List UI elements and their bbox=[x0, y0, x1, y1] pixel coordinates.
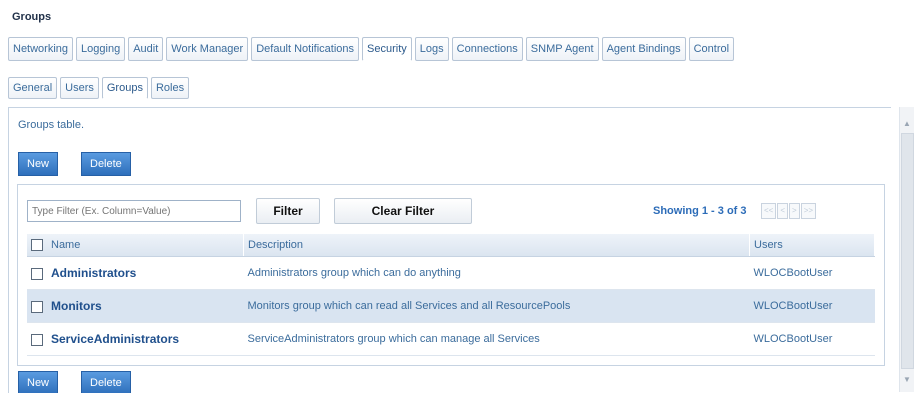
row-name-cell: Monitors bbox=[27, 289, 244, 323]
tab-logs[interactable]: Logs bbox=[414, 37, 449, 61]
table-row[interactable]: ServiceAdministrators ServiceAdministrat… bbox=[27, 322, 875, 356]
filter-input[interactable] bbox=[27, 200, 241, 222]
row-description-cell: ServiceAdministrators group which can ma… bbox=[243, 322, 750, 356]
pagination-status: Showing 1 - 3 of 3 bbox=[653, 205, 747, 217]
table-row[interactable]: Monitors Monitors group which can read a… bbox=[27, 289, 875, 323]
tab-logging[interactable]: Logging bbox=[76, 37, 126, 61]
groups-panel: Groups table. New Delete Filter Clear Fi… bbox=[8, 107, 891, 393]
row-name-cell: Administrators bbox=[27, 256, 244, 290]
panel-description: Groups table. bbox=[18, 119, 85, 131]
row-description-cell: Monitors group which can read all Servic… bbox=[243, 289, 750, 323]
select-all-checkbox[interactable] bbox=[31, 239, 43, 252]
groups-table-container: Filter Clear Filter Showing 1 - 3 of 3 <… bbox=[17, 184, 885, 366]
table-row[interactable]: Administrators Administrators group whic… bbox=[27, 256, 875, 290]
tab-agent-bindings[interactable]: Agent Bindings bbox=[601, 37, 686, 61]
row-users-cell: WLOCBootUser bbox=[749, 289, 875, 323]
subtab-general[interactable]: General bbox=[8, 77, 58, 99]
tab-connections[interactable]: Connections bbox=[451, 37, 523, 61]
scroll-up-icon[interactable]: ▲ bbox=[900, 117, 914, 131]
page-title: Groups bbox=[12, 11, 52, 23]
tab-snmp-agent[interactable]: SNMP Agent bbox=[525, 37, 599, 61]
tab-default-notifications[interactable]: Default Notifications bbox=[251, 37, 360, 61]
next-page-icon[interactable]: > bbox=[789, 203, 800, 219]
new-button-top[interactable]: New bbox=[18, 152, 59, 176]
pagination-controls: << < > >> bbox=[761, 203, 817, 219]
row-users-cell: WLOCBootUser bbox=[749, 256, 875, 290]
new-button-bottom[interactable]: New bbox=[18, 371, 59, 393]
clear-filter-button[interactable]: Clear Filter bbox=[334, 198, 472, 224]
vertical-scrollbar[interactable]: ▲ ▼ bbox=[899, 107, 914, 392]
scroll-down-icon[interactable]: ▼ bbox=[900, 373, 914, 387]
column-header-name[interactable]: Name bbox=[27, 234, 244, 257]
group-name-link[interactable]: ServiceAdministrators bbox=[51, 332, 179, 346]
delete-button-top[interactable]: Delete bbox=[81, 152, 131, 176]
column-header-description[interactable]: Description bbox=[243, 234, 750, 257]
subtab-groups[interactable]: Groups bbox=[101, 77, 148, 99]
table-header-row: Name Description Users bbox=[27, 234, 875, 257]
sub-tab-bar: General Users Groups Roles bbox=[8, 77, 192, 99]
delete-button-bottom[interactable]: Delete bbox=[81, 371, 131, 393]
row-checkbox[interactable] bbox=[31, 333, 43, 346]
row-checkbox[interactable] bbox=[31, 267, 43, 280]
row-description-cell: Administrators group which can do anythi… bbox=[243, 256, 750, 290]
tab-networking[interactable]: Networking bbox=[8, 37, 74, 61]
tab-security[interactable]: Security bbox=[362, 37, 412, 61]
last-page-icon[interactable]: >> bbox=[800, 203, 817, 219]
column-header-name-label: Name bbox=[51, 238, 81, 251]
row-checkbox[interactable] bbox=[31, 300, 43, 313]
main-tab-bar: Networking Logging Audit Work Manager De… bbox=[8, 37, 737, 61]
group-name-link[interactable]: Administrators bbox=[51, 266, 136, 280]
tab-control[interactable]: Control bbox=[688, 37, 735, 61]
group-name-link[interactable]: Monitors bbox=[51, 299, 102, 313]
row-name-cell: ServiceAdministrators bbox=[27, 322, 244, 356]
row-users-cell: WLOCBootUser bbox=[749, 322, 875, 356]
subtab-roles[interactable]: Roles bbox=[150, 77, 190, 99]
tab-work-manager[interactable]: Work Manager bbox=[166, 37, 249, 61]
filter-button[interactable]: Filter bbox=[256, 198, 320, 224]
tab-audit[interactable]: Audit bbox=[128, 37, 164, 61]
prev-page-icon[interactable]: < bbox=[777, 203, 789, 219]
subtab-users[interactable]: Users bbox=[60, 77, 99, 99]
column-header-users[interactable]: Users bbox=[749, 234, 875, 257]
groups-table: Name Description Users Administrators Ad… bbox=[27, 234, 875, 356]
first-page-icon[interactable]: << bbox=[761, 203, 777, 219]
scrollbar-thumb[interactable] bbox=[901, 133, 914, 369]
